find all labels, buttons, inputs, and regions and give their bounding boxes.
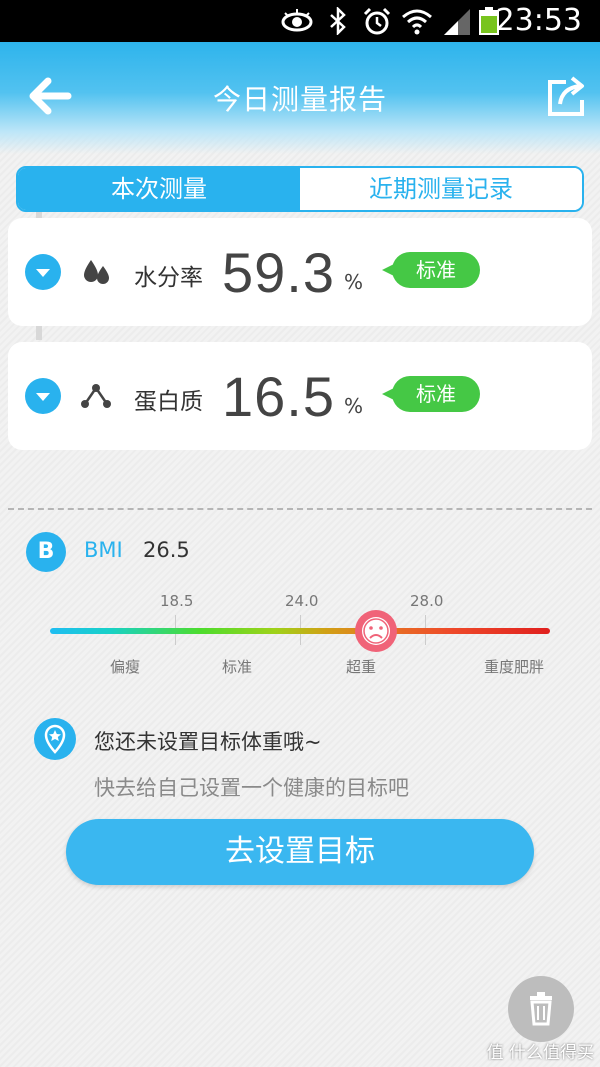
delete-button[interactable] — [508, 976, 574, 1042]
expand-toggle[interactable] — [25, 254, 61, 290]
metric-unit: % — [344, 394, 364, 418]
wifi-icon — [402, 9, 432, 35]
status-bar: 23:53 — [0, 0, 600, 42]
metric-value: 16.5 — [222, 365, 335, 428]
page-title: 今日测量报告 — [212, 83, 387, 116]
clock: 23:53 — [495, 3, 582, 38]
watermark: 值 什么值得买 — [486, 1043, 594, 1063]
goal-title: 您还未设置目标体重哦~ — [94, 730, 322, 754]
sad-face-icon — [362, 617, 390, 645]
chevron-down-icon — [36, 393, 50, 401]
molecule-icon — [81, 384, 111, 408]
app-header: 今日测量报告 — [0, 42, 600, 154]
signal-icon — [444, 9, 470, 35]
metric-card-water: 水分率 59.3 % 标准 — [8, 218, 592, 326]
trash-icon — [530, 992, 552, 1026]
water-drop-icon — [84, 260, 109, 284]
eye-icon — [281, 9, 313, 32]
status-badge: 标准 — [382, 376, 480, 412]
bmi-label: BMI — [84, 538, 123, 562]
status-badge: 标准 — [382, 252, 480, 288]
goal-subtitle: 快去给自己设置一个健康的目标吧 — [94, 776, 409, 800]
bmi-badge: B — [26, 532, 66, 572]
bmi-threshold-low: 18.5 — [160, 592, 194, 610]
section-divider — [8, 508, 592, 510]
bmi-category: 偏瘦 — [110, 658, 141, 676]
bmi-category: 重度肥胖 — [484, 658, 545, 676]
chevron-down-icon — [36, 269, 50, 277]
bmi-marker[interactable] — [355, 610, 397, 652]
metric-value: 59.3 — [222, 241, 335, 304]
metric-card-protein: 蛋白质 16.5 % 标准 — [8, 342, 592, 450]
bmi-category: 标准 — [222, 658, 253, 676]
metric-unit: % — [344, 270, 364, 294]
bmi-value: 26.5 — [143, 538, 190, 562]
bmi-category: 超重 — [346, 658, 377, 676]
bmi-threshold-mid: 24.0 — [285, 592, 319, 610]
tab-current-measurement[interactable]: 本次测量 — [18, 168, 300, 210]
location-pin-icon — [34, 718, 76, 760]
expand-toggle[interactable] — [25, 378, 61, 414]
metric-label: 水分率 — [134, 265, 203, 291]
bmi-scale-bar — [50, 628, 550, 634]
tab-bar: 本次测量 近期测量记录 — [16, 166, 584, 212]
metric-label: 蛋白质 — [134, 389, 203, 415]
tab-recent-records[interactable]: 近期测量记录 — [300, 168, 582, 210]
alarm-icon — [363, 7, 391, 35]
bluetooth-icon — [330, 7, 346, 35]
set-goal-button[interactable]: 去设置目标 — [66, 819, 534, 885]
bmi-threshold-high: 28.0 — [410, 592, 444, 610]
share-icon[interactable] — [546, 74, 590, 118]
